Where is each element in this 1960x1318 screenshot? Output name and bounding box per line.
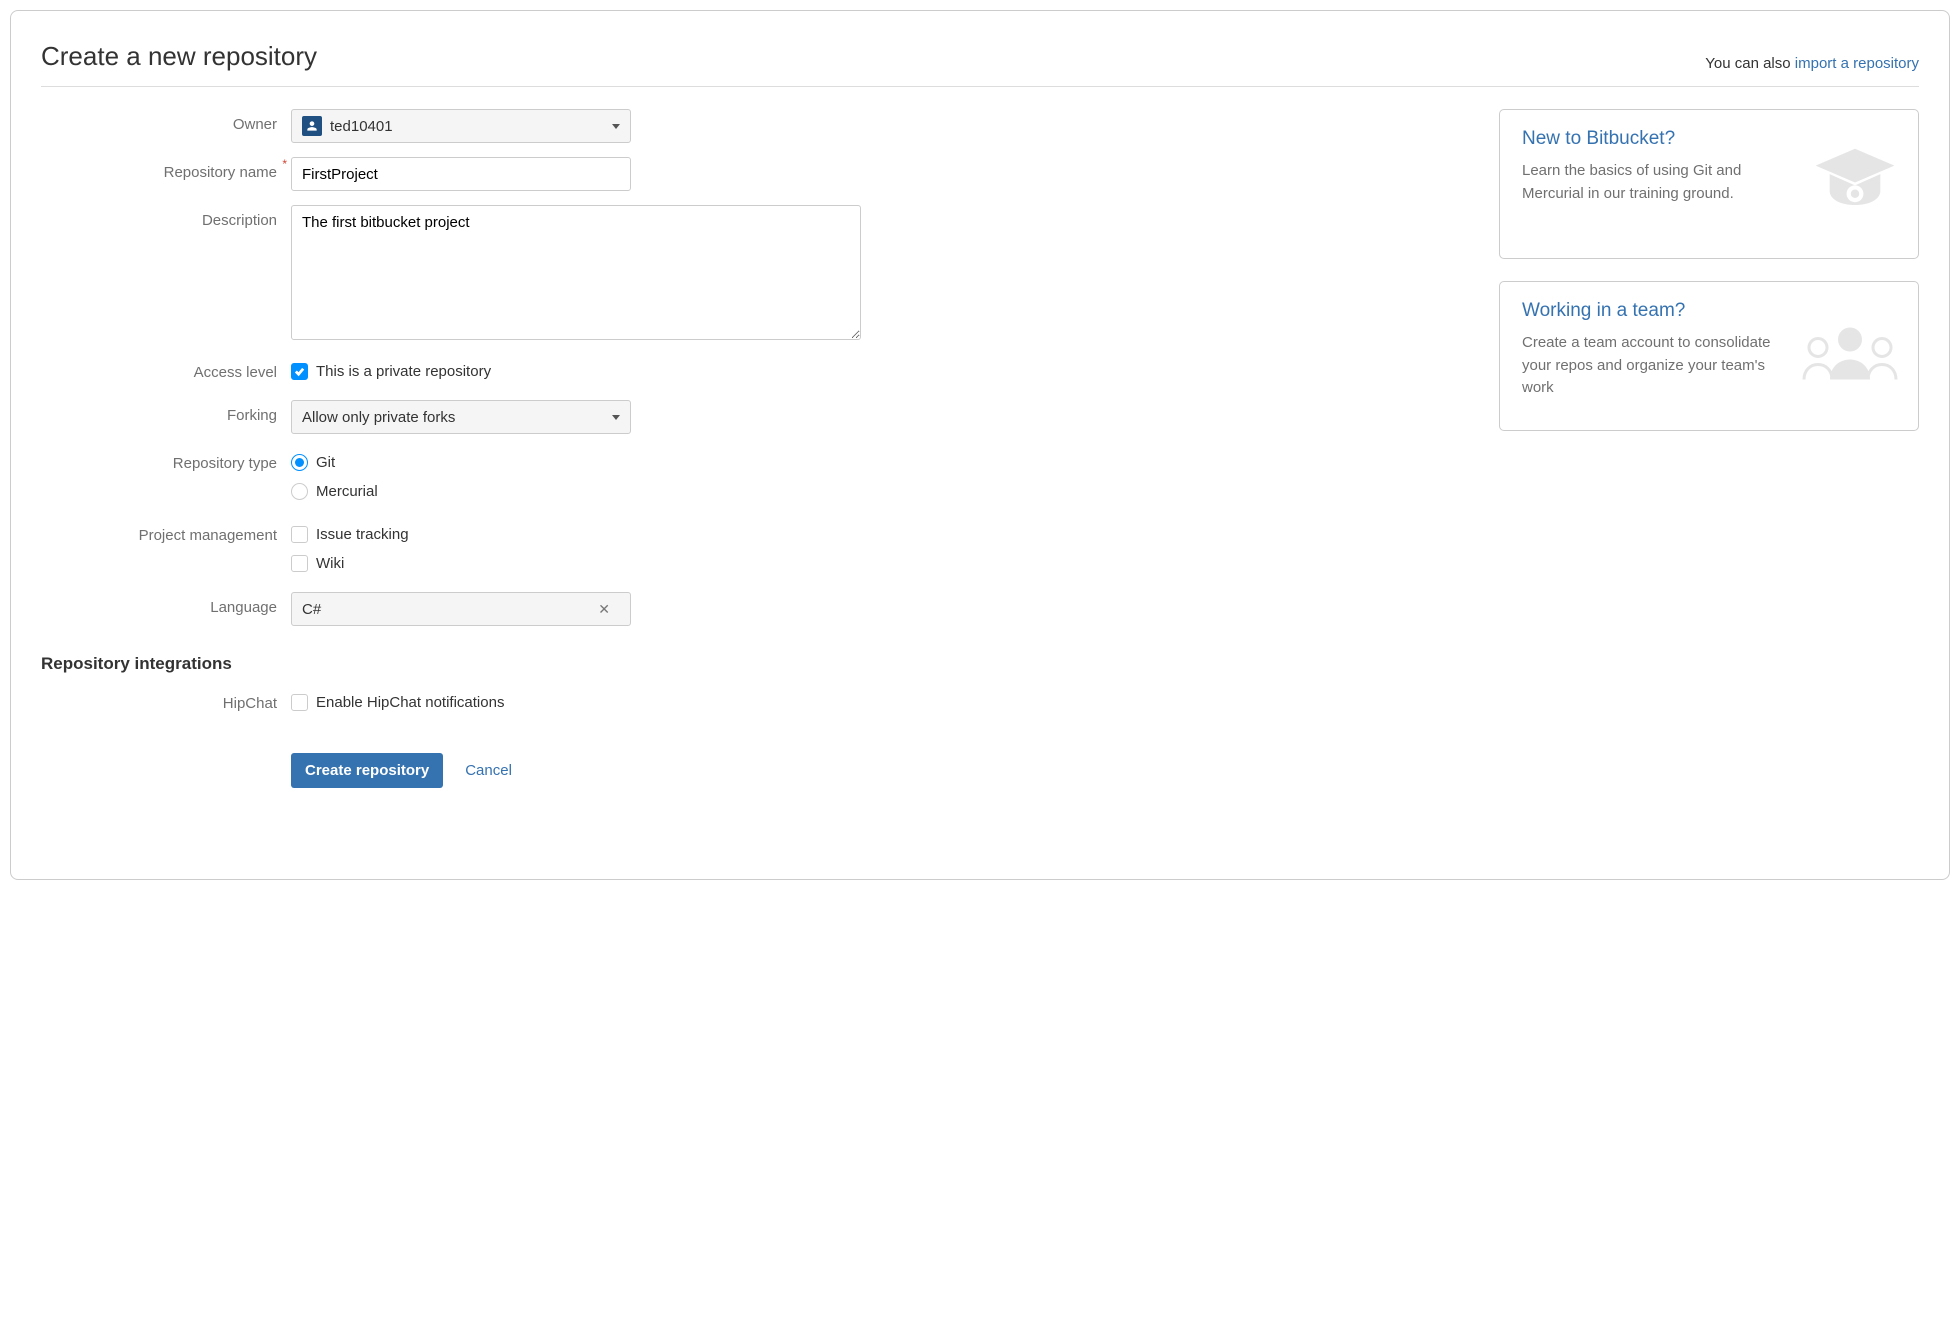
issue-tracking-checkbox[interactable] <box>291 526 308 543</box>
language-value: C# <box>302 601 321 618</box>
create-repository-button[interactable]: Create repository <box>291 753 443 788</box>
repo-type-mercurial-radio[interactable] <box>291 483 308 500</box>
card-body: Learn the basics of using Git and Mercur… <box>1522 160 1772 205</box>
access-level-label: Access level <box>41 357 291 381</box>
wiki-label: Wiki <box>316 555 344 572</box>
forking-label: Forking <box>41 400 291 424</box>
import-hint-prefix: You can also <box>1705 55 1795 72</box>
chevron-down-icon <box>612 415 620 420</box>
wiki-checkbox[interactable] <box>291 555 308 572</box>
cancel-button[interactable]: Cancel <box>465 762 512 779</box>
graduation-cap-icon <box>1810 138 1900 231</box>
project-management-label: Project management <box>41 520 291 544</box>
hipchat-checkbox[interactable] <box>291 694 308 711</box>
working-in-team-card[interactable]: Working in a team? Create a team account… <box>1499 281 1919 431</box>
import-hint: You can also import a repository <box>1705 55 1919 72</box>
panel-header: Create a new repository You can also imp… <box>41 41 1919 87</box>
person-icon <box>302 116 322 136</box>
repo-name-label: Repository name <box>41 157 291 181</box>
owner-value: ted10401 <box>330 118 393 135</box>
private-repo-checkbox-label: This is a private repository <box>316 363 491 380</box>
new-to-bitbucket-card[interactable]: New to Bitbucket? Learn the basics of us… <box>1499 109 1919 259</box>
import-repository-link[interactable]: import a repository <box>1795 55 1919 72</box>
clear-icon[interactable]: ✕ <box>598 601 610 618</box>
owner-label: Owner <box>41 109 291 133</box>
create-repo-panel: Create a new repository You can also imp… <box>10 10 1950 880</box>
language-select[interactable]: C# ✕ <box>291 592 631 626</box>
hipchat-label: HipChat <box>41 688 291 712</box>
forking-select[interactable]: Allow only private forks <box>291 400 631 434</box>
repo-type-mercurial-label: Mercurial <box>316 483 378 500</box>
repo-name-input[interactable] <box>291 157 631 191</box>
page-title: Create a new repository <box>41 41 317 72</box>
description-label: Description <box>41 205 291 229</box>
forking-value: Allow only private forks <box>302 409 455 426</box>
form-column: Owner ted10401 Repository name <box>41 109 1459 802</box>
card-body: Create a team account to consolidate you… <box>1522 332 1772 400</box>
private-repo-checkbox[interactable] <box>291 363 308 380</box>
repo-type-label: Repository type <box>41 448 291 472</box>
integrations-heading: Repository integrations <box>41 654 1459 674</box>
language-label: Language <box>41 592 291 616</box>
chevron-down-icon <box>612 124 620 129</box>
owner-select[interactable]: ted10401 <box>291 109 631 143</box>
description-textarea[interactable] <box>291 205 861 340</box>
team-icon <box>1800 320 1900 393</box>
repo-type-git-radio[interactable] <box>291 454 308 471</box>
issue-tracking-label: Issue tracking <box>316 526 409 543</box>
sidebar-column: New to Bitbucket? Learn the basics of us… <box>1499 109 1919 453</box>
hipchat-checkbox-label: Enable HipChat notifications <box>316 694 504 711</box>
repo-type-git-label: Git <box>316 454 335 471</box>
